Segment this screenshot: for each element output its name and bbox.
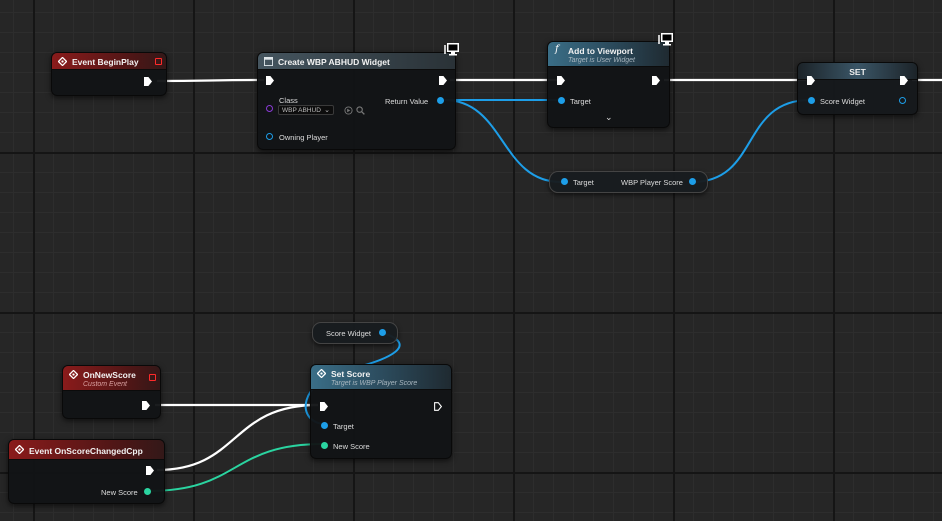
event-diamond-icon: [15, 445, 24, 454]
add-to-viewport-header: f Add to Viewport Target is User Widget: [548, 42, 669, 67]
exec-wire-beginplay-create: [156, 78, 265, 83]
owning-player-pin[interactable]: [266, 133, 273, 140]
target-label: Target: [333, 422, 354, 431]
exec-out-pin[interactable]: [434, 402, 442, 411]
player-score-label: WBP Player Score: [621, 178, 683, 187]
monitor-icon: [658, 33, 673, 46]
on-new-score-header: OnNewScore Custom Event: [63, 366, 160, 391]
add-to-viewport-title: Add to Viewport: [568, 46, 634, 56]
class-dropdown[interactable]: WBP ABHUD ⌄: [278, 105, 334, 115]
event-score-changed-title: Event OnScoreChangedCpp: [29, 446, 143, 456]
score-widget-out-pin[interactable]: [899, 97, 906, 104]
on-new-score-title: OnNewScore: [83, 370, 136, 380]
new-score-label: New Score: [333, 442, 370, 451]
create-widget-node[interactable]: Create WBP ABHUD Widget Class WBP ABHUD …: [257, 52, 456, 150]
create-widget-header: Create WBP ABHUD Widget: [258, 53, 455, 70]
event-diamond-icon: [58, 57, 67, 66]
exec-out-pin[interactable]: [146, 466, 154, 475]
widget-icon: [264, 57, 273, 66]
set-variable-node[interactable]: SET Score Widget: [797, 62, 918, 115]
target-label: Target: [570, 97, 591, 106]
monitor-icon: [444, 43, 459, 56]
event-score-changed-node[interactable]: Event OnScoreChangedCpp New Score: [8, 439, 165, 504]
player-score-pin[interactable]: [689, 178, 696, 185]
event-score-changed-header: Event OnScoreChangedCpp: [9, 440, 164, 460]
class-dropdown-value: WBP ABHUD: [282, 107, 321, 114]
set-score-subtitle: Target is WBP Player Score: [331, 380, 418, 387]
set-variable-header: SET: [798, 63, 917, 80]
exec-out-pin[interactable]: [142, 401, 150, 410]
set-variable-title: SET: [849, 67, 866, 77]
exec-wire-scorechanged-setscore: [156, 403, 319, 472]
delegate-pin[interactable]: [149, 374, 156, 381]
score-widget-getter-label: Score Widget: [326, 329, 372, 338]
owning-player-label: Owning Player: [279, 133, 328, 142]
score-widget-getter-node[interactable]: Score Widget: [312, 322, 398, 344]
function-icon: f: [555, 44, 559, 55]
get-target-pin[interactable]: [561, 178, 568, 185]
object-wire-playerscore-set: [691, 99, 811, 183]
new-score-label: New Score: [101, 488, 138, 497]
score-widget-getter-pin[interactable]: [379, 329, 386, 336]
chevron-down-icon[interactable]: ⌄: [605, 112, 613, 123]
browse-icon[interactable]: [344, 106, 353, 115]
search-icon[interactable]: [356, 106, 365, 115]
add-to-viewport-node[interactable]: f Add to Viewport Target is User Widget …: [547, 41, 670, 128]
get-player-score-node[interactable]: Target WBP Player Score: [549, 171, 708, 193]
add-to-viewport-subtitle: Target is User Widget: [568, 57, 635, 64]
dropdown-arrow-icon: ⌄: [324, 107, 330, 114]
on-new-score-subtitle: Custom Event: [83, 381, 127, 388]
exec-in-pin[interactable]: [320, 402, 328, 411]
new-score-pin[interactable]: [321, 442, 328, 449]
event-diamond-icon: [317, 369, 326, 378]
target-pin[interactable]: [558, 97, 565, 104]
exec-out-pin[interactable]: [439, 76, 447, 85]
exec-out-pin[interactable]: [652, 76, 660, 85]
on-new-score-node[interactable]: OnNewScore Custom Event: [62, 365, 161, 419]
event-beginplay-header: Event BeginPlay: [52, 53, 166, 70]
class-pin[interactable]: [266, 105, 273, 112]
target-pin[interactable]: [321, 422, 328, 429]
object-wire-return-gettarget: [443, 99, 562, 183]
exec-out-pin[interactable]: [144, 77, 152, 86]
exec-in-pin[interactable]: [557, 76, 565, 85]
event-diamond-icon: [69, 370, 78, 379]
exec-in-pin[interactable]: [266, 76, 274, 85]
get-target-label: Target: [573, 178, 594, 187]
delegate-pin[interactable]: [155, 58, 162, 65]
set-score-header: Set Score Target is WBP Player Score: [311, 365, 451, 390]
class-label: Class: [279, 96, 298, 105]
set-score-title: Set Score: [331, 369, 371, 379]
set-score-node[interactable]: Set Score Target is WBP Player Score Tar…: [310, 364, 452, 459]
event-beginplay-node[interactable]: Event BeginPlay: [51, 52, 167, 96]
new-score-pin[interactable]: [144, 488, 151, 495]
return-value-pin[interactable]: [437, 97, 444, 104]
score-widget-label: Score Widget: [820, 97, 866, 106]
return-value-label: Return Value: [385, 97, 429, 106]
score-widget-in-pin[interactable]: [808, 97, 815, 104]
int-wire-newscore: [148, 443, 324, 492]
create-widget-title: Create WBP ABHUD Widget: [278, 57, 390, 67]
event-beginplay-title: Event BeginPlay: [72, 57, 139, 67]
